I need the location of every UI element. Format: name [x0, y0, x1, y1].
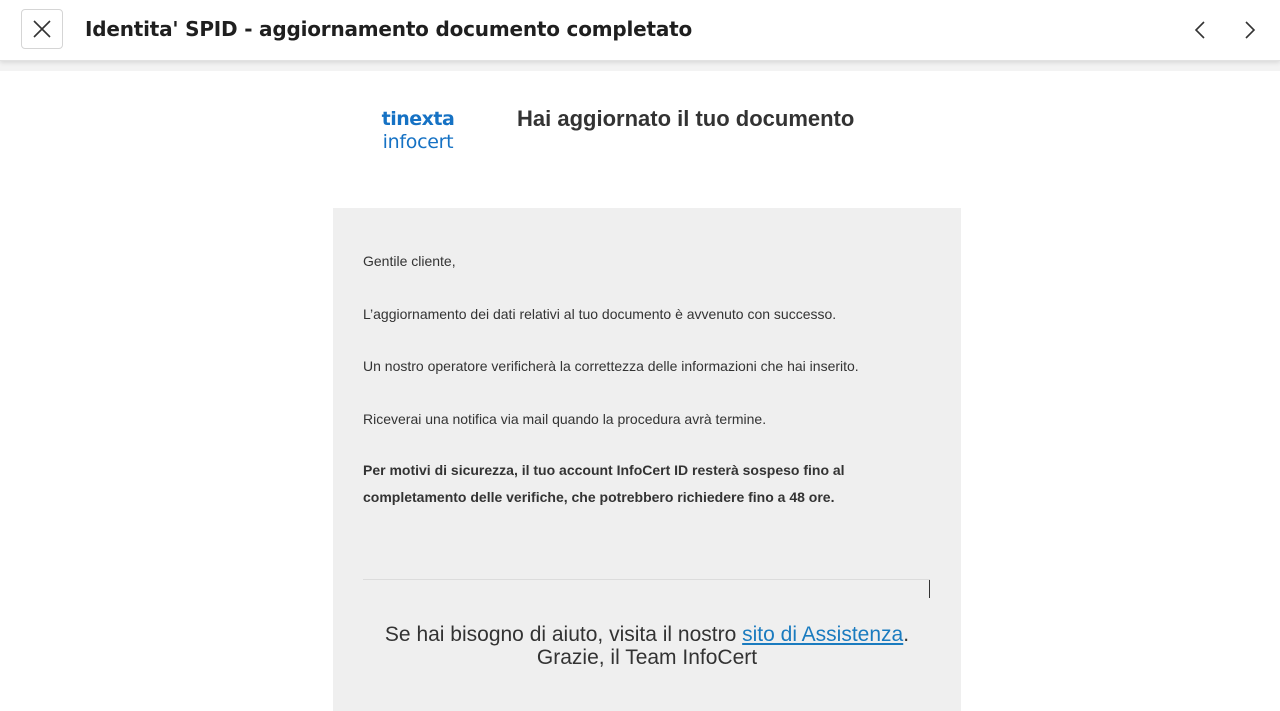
update-confirmation-text: L’aggiornamento dei dati relativi al tuo… [363, 306, 837, 322]
close-icon [33, 20, 51, 38]
message-header: Identita' SPID - aggiornamento documento… [0, 0, 1280, 61]
logo-line-tinexta: tinexta [381, 108, 455, 130]
footer-divider [363, 579, 930, 580]
infocert-logo: tinexta infocert [368, 110, 468, 152]
message-subject: Identita' SPID - aggiornamento documento… [85, 17, 693, 41]
help-line: Se hai bisogno di aiuto, visita il nostr… [333, 623, 961, 646]
text-cursor [929, 580, 930, 598]
logo-line-infocert: infocert [382, 131, 454, 153]
thanks-line: Grazie, il Team InfoCert [536, 646, 758, 669]
header-separator [0, 61, 1280, 71]
email-body-card: Gentile cliente, L’aggiornamento dei dat… [333, 208, 961, 711]
security-note: Per motivi di sicurezza, il tuo account … [363, 462, 845, 505]
chevron-right-icon [1245, 21, 1256, 39]
assistance-site-link[interactable]: sito di Assistenza [742, 623, 903, 646]
email-footer: Se hai bisogno di aiuto, visita il nostr… [333, 623, 961, 669]
notification-text: Riceverai una notifica via mail quando l… [363, 411, 767, 427]
greeting-text: Gentile cliente, [363, 253, 456, 269]
previous-message-button[interactable] [1184, 14, 1216, 46]
close-button[interactable] [21, 9, 63, 49]
help-prefix: Se hai bisogno di aiuto, visita il nostr… [384, 623, 743, 646]
chevron-left-icon [1194, 21, 1205, 39]
email-heading: Hai aggiornato il tuo documento [517, 106, 855, 131]
help-suffix: . [903, 623, 910, 646]
next-message-button[interactable] [1234, 14, 1266, 46]
verification-text: Un nostro operatore verificherà la corre… [363, 358, 859, 374]
